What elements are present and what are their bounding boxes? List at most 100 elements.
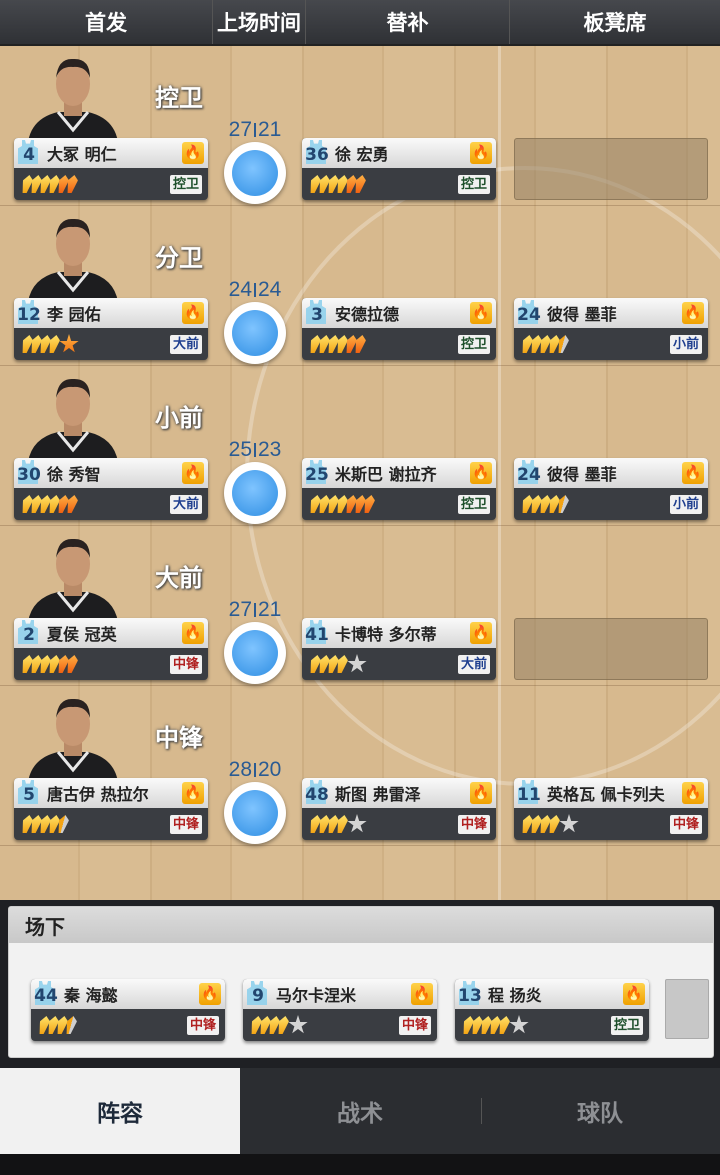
empty-bench-slot[interactable] [665,979,709,1039]
minutes-divider [254,763,256,778]
player-card-footer: 控卫 [302,488,496,520]
player-name: 李 园佑 [47,305,101,324]
starter-minutes: 27 [228,598,252,621]
minutes-clock-icon[interactable] [224,622,286,684]
position-badge: 中锋 [669,814,702,834]
empty-reserve-slot[interactable] [514,618,708,680]
player-card-footer: 控卫 [455,1009,649,1041]
fire-icon[interactable]: 🔥 [182,622,204,644]
jersey-number: 24 [514,458,544,488]
player-card[interactable]: 5 唐古伊 热拉尔 🔥 中锋 [14,778,208,840]
player-rating-stars [22,494,76,514]
player-name: 唐古伊 热拉尔 [47,785,149,804]
player-card[interactable]: 48 斯图 弗雷泽 🔥 中锋 [302,778,496,840]
player-avatar [28,698,118,782]
fire-icon[interactable]: 🔥 [182,782,204,804]
position-badge: 控卫 [610,1015,643,1035]
player-card[interactable]: 4 大冢 明仁 🔥 控卫 [14,138,208,200]
minutes-divider [254,443,256,458]
fire-icon[interactable]: 🔥 [470,782,492,804]
empty-reserve-slot[interactable] [514,138,708,200]
fire-icon[interactable]: 🔥 [623,983,645,1005]
player-card-header: 36 徐 宏勇 🔥 [302,138,496,168]
player-card-footer: 大前 [14,488,208,520]
player-card-header: 9 马尔卡涅米 🔥 [243,979,437,1009]
position-badge: 大前 [169,334,202,354]
fire-icon[interactable]: 🔥 [470,302,492,324]
minutes-clock-icon[interactable] [224,782,286,844]
row-separator [0,845,720,846]
player-card-footer: 小前 [514,328,708,360]
clock-disc [232,310,278,356]
fire-icon[interactable]: 🔥 [199,983,221,1005]
player-card-header: 44 秦 海懿 🔥 [31,979,225,1009]
player-rating-stars [522,334,567,354]
minutes-split: 27 21 [210,598,300,622]
player-card-header: 12 李 园佑 🔥 [14,298,208,328]
player-card[interactable]: 41 卡博特 多尔蒂 🔥 大前 [302,618,496,680]
player-rating-stars [522,494,567,514]
fire-icon[interactable]: 🔥 [682,782,704,804]
player-card[interactable]: 12 李 园佑 🔥 大前 [14,298,208,360]
player-name: 马尔卡涅米 [276,986,357,1005]
minutes-clock-icon[interactable] [224,302,286,364]
fire-icon[interactable]: 🔥 [682,462,704,484]
tab-lineup[interactable]: 阵容 [0,1068,240,1154]
player-card[interactable]: 25 米斯巴 谢拉齐 🔥 控卫 [302,458,496,520]
player-card[interactable]: 30 徐 秀智 🔥 大前 [14,458,208,520]
fire-icon[interactable]: 🔥 [470,142,492,164]
position-badge: 控卫 [457,494,490,514]
player-number: 9 [252,986,264,1006]
minutes-clock-icon[interactable] [224,142,286,204]
sub-minutes: 21 [258,118,282,141]
jersey-number: 41 [302,618,332,648]
player-card-header: 5 唐古伊 热拉尔 🔥 [14,778,208,808]
player-rating-stars [39,1015,75,1035]
player-name: 夏侯 冠英 [47,625,117,644]
player-card[interactable]: 11 英格瓦 佩卡列夫 🔥 中锋 [514,778,708,840]
fire-icon[interactable]: 🔥 [182,462,204,484]
tab-tactics[interactable]: 战术 [240,1068,480,1154]
player-card-footer: 中锋 [31,1009,225,1041]
player-card-header: 11 英格瓦 佩卡列夫 🔥 [514,778,708,808]
player-card-footer: 中锋 [243,1009,437,1041]
player-number: 30 [17,465,41,485]
player-card[interactable]: 44 秦 海懿 🔥 中锋 [31,979,225,1041]
player-card[interactable]: 9 马尔卡涅米 🔥 中锋 [243,979,437,1041]
player-card[interactable]: 24 彼得 墨菲 🔥 小前 [514,458,708,520]
player-name: 程 扬炎 [488,986,542,1005]
fire-icon[interactable]: 🔥 [470,622,492,644]
position-label: 小前 [155,404,203,432]
position-row: 小前 25 23 30 徐 秀智 🔥 大前 25 米斯巴 谢拉齐 🔥 控卫 24 彼得 墨菲 🔥 小前 [0,366,720,526]
minutes-clock-icon[interactable] [224,462,286,524]
player-card-header: 30 徐 秀智 🔥 [14,458,208,488]
player-card[interactable]: 3 安德拉德 🔥 控卫 [302,298,496,360]
player-number: 36 [305,145,329,165]
player-rating-stars [251,1015,308,1035]
player-number: 11 [517,785,541,805]
fire-icon[interactable]: 🔥 [411,983,433,1005]
jersey-number: 5 [14,778,44,808]
starter-minutes: 27 [228,118,252,141]
tab-team[interactable]: 球队 [480,1068,720,1154]
position-label: 分卫 [155,244,203,272]
player-card[interactable]: 24 彼得 墨菲 🔥 小前 [514,298,708,360]
player-card[interactable]: 13 程 扬炎 🔥 控卫 [455,979,649,1041]
player-number: 44 [34,986,58,1006]
grey-star-icon [559,814,579,833]
sub-minutes: 21 [258,598,282,621]
player-card[interactable]: 2 夏侯 冠英 🔥 中锋 [14,618,208,680]
tab-divider [481,1098,482,1124]
player-card[interactable]: 36 徐 宏勇 🔥 控卫 [302,138,496,200]
player-card-footer: 中锋 [302,808,496,840]
fire-icon[interactable]: 🔥 [682,302,704,324]
player-card-header: 24 彼得 墨菲 🔥 [514,458,708,488]
jersey-number: 12 [14,298,44,328]
fire-icon[interactable]: 🔥 [470,462,492,484]
fire-icon[interactable]: 🔥 [182,142,204,164]
fire-icon[interactable]: 🔥 [182,302,204,324]
player-card-footer: 控卫 [302,168,496,200]
starter-minutes: 24 [228,278,252,301]
player-number: 2 [23,625,35,645]
jersey-number: 30 [14,458,44,488]
